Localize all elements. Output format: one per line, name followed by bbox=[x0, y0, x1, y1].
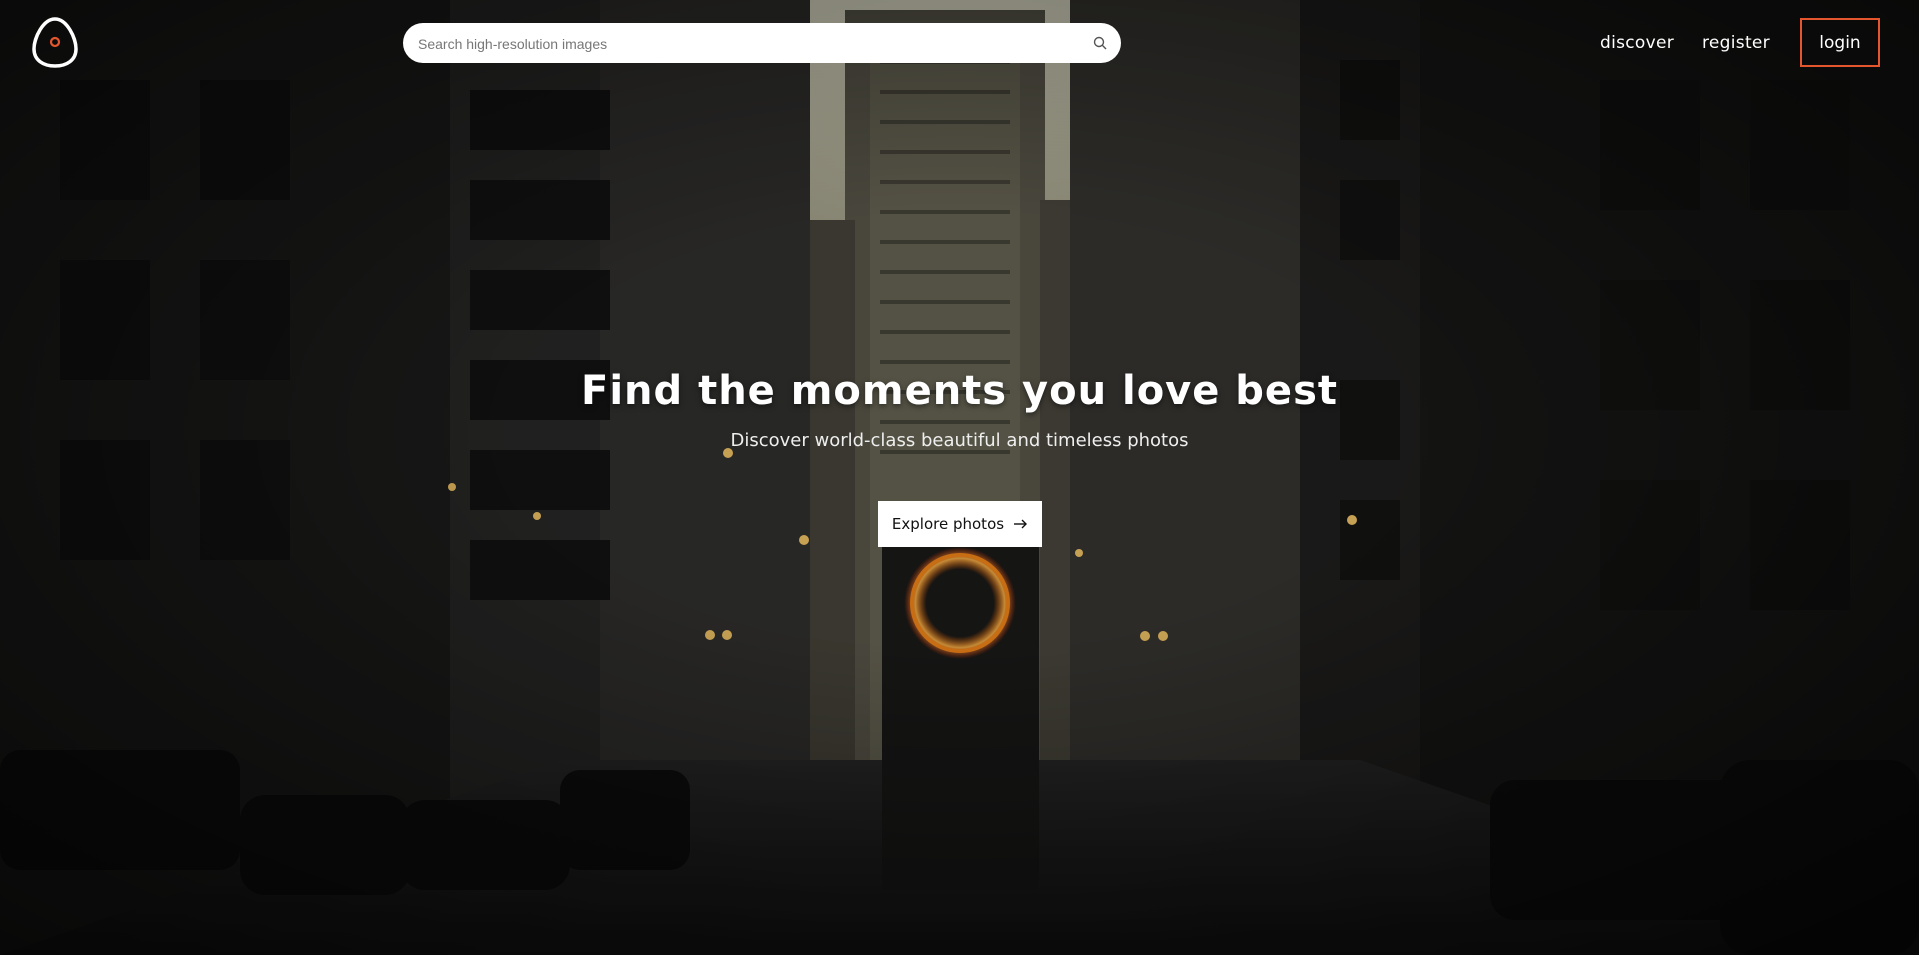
search-icon[interactable] bbox=[1093, 36, 1107, 50]
nav-discover-link[interactable]: discover bbox=[1600, 33, 1674, 53]
login-button[interactable]: login bbox=[1800, 18, 1880, 67]
egg-logo-icon[interactable] bbox=[31, 16, 79, 68]
arrow-right-icon bbox=[1014, 515, 1028, 533]
search-bar[interactable] bbox=[403, 23, 1121, 65]
hero-background-image bbox=[0, 0, 1919, 955]
search-input[interactable] bbox=[416, 23, 1070, 65]
top-navigation-bar: discover register login bbox=[0, 0, 1919, 90]
hero-subtitle: Discover world-class beautiful and timel… bbox=[730, 430, 1189, 451]
nav-register-link[interactable]: register bbox=[1702, 33, 1770, 53]
hero-title: Find the moments you love best bbox=[581, 368, 1338, 414]
explore-photos-label: Explore photos bbox=[891, 515, 1005, 533]
explore-photos-button[interactable]: Explore photos bbox=[878, 501, 1042, 547]
